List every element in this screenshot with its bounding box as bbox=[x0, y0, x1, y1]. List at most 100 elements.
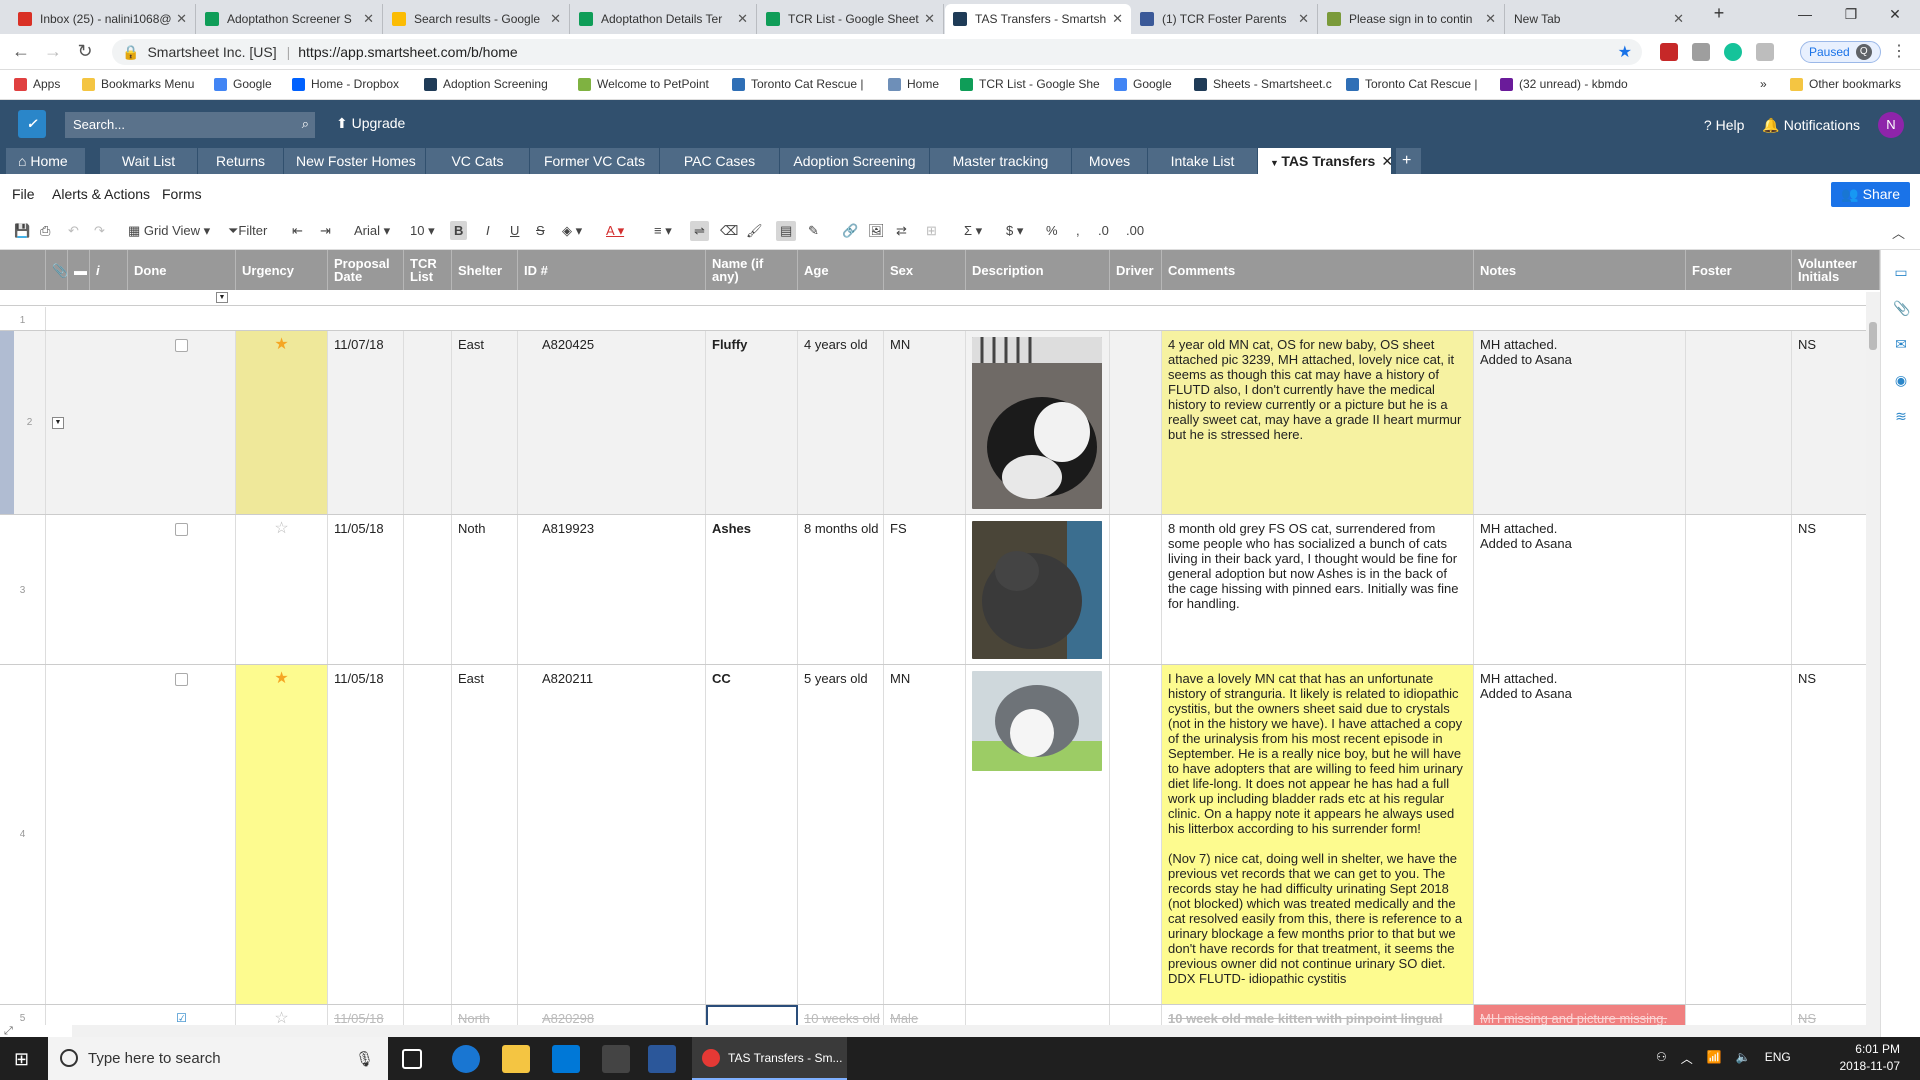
bookmarks-overflow-icon[interactable]: » bbox=[1760, 77, 1767, 91]
close-icon[interactable]: ✕ bbox=[550, 11, 561, 27]
currency-icon[interactable]: $ ▾ bbox=[1006, 223, 1023, 239]
id-cell[interactable]: A820298 bbox=[518, 1005, 706, 1025]
age-cell[interactable]: 10 weeks old bbox=[798, 1005, 884, 1025]
windows-start-icon[interactable]: ⊞ bbox=[14, 1049, 29, 1070]
minimize-button[interactable]: — bbox=[1790, 6, 1820, 22]
age-cell[interactable]: 8 months old bbox=[798, 515, 884, 664]
comments-cell[interactable]: 4 year old MN cat, OS for new baby, OS s… bbox=[1162, 331, 1474, 514]
table-row[interactable]: 3 ☆ 11/05/18 Noth A819923 Ashes 8 months… bbox=[0, 515, 1880, 665]
name-cell[interactable]: CC bbox=[706, 665, 798, 1004]
indent-icon[interactable]: ⇥ bbox=[320, 223, 331, 239]
profile-paused-button[interactable]: Paused Q bbox=[1800, 41, 1881, 63]
col-shelter[interactable]: Shelter bbox=[452, 250, 518, 290]
foster-cell[interactable] bbox=[1686, 665, 1792, 1004]
horizontal-scrollbar[interactable] bbox=[72, 1025, 1880, 1037]
text-color-icon[interactable]: A ▾ bbox=[606, 223, 624, 239]
table-row[interactable]: 4 ★ 11/05/18 East A820211 CC 5 years old… bbox=[0, 665, 1880, 1005]
tab-adoption-screening[interactable]: Adoption Screening bbox=[780, 148, 930, 174]
sex-cell[interactable]: MN bbox=[884, 331, 966, 514]
extension-icon[interactable] bbox=[1692, 43, 1710, 61]
tcr-list-cell[interactable] bbox=[404, 515, 452, 664]
foster-cell[interactable] bbox=[1686, 331, 1792, 514]
link-icon[interactable]: 🔗 bbox=[842, 223, 858, 239]
format-painter-icon[interactable]: 🖌 bbox=[746, 223, 763, 239]
grid-view-dropdown[interactable]: ▦ Grid View ▾ bbox=[128, 223, 210, 239]
comments-cell[interactable]: 10 week old male kitten with pinpoint li… bbox=[1162, 1005, 1474, 1025]
tab-tas-transfers[interactable]: ▼ TAS Transfers ✕ bbox=[1258, 148, 1393, 174]
id-cell[interactable]: A820211 bbox=[518, 665, 706, 1004]
filter-button[interactable]: ⏷Filter bbox=[228, 223, 267, 239]
shelter-cell[interactable]: Noth bbox=[452, 515, 518, 664]
percent-icon[interactable]: % bbox=[1046, 223, 1058, 238]
file-explorer-icon[interactable] bbox=[502, 1045, 530, 1073]
urgency-star-icon[interactable]: ☆ bbox=[236, 1005, 328, 1025]
menu-file[interactable]: File bbox=[12, 186, 35, 202]
forward-icon[interactable]: → bbox=[42, 41, 64, 62]
col-tcr-list[interactable]: TCR List bbox=[404, 250, 452, 290]
notes-cell[interactable]: MH attached. Added to Asana bbox=[1474, 515, 1686, 664]
window-close-button[interactable]: ✕ bbox=[1880, 6, 1910, 23]
add-tab-button[interactable]: + bbox=[1396, 148, 1422, 174]
tcr-list-cell[interactable] bbox=[404, 1005, 452, 1025]
tab-pac-cases[interactable]: PAC Cases bbox=[660, 148, 780, 174]
description-cell[interactable] bbox=[966, 515, 1110, 664]
tab-home[interactable]: ⌂ Home bbox=[6, 148, 86, 174]
col-id[interactable]: ID # bbox=[518, 250, 706, 290]
id-cell[interactable]: A819923 bbox=[518, 515, 706, 664]
close-icon[interactable]: ✕ bbox=[176, 11, 187, 27]
notes-cell[interactable]: MH attached. Added to Asana bbox=[1474, 665, 1686, 1004]
close-icon[interactable]: ✕ bbox=[1485, 11, 1496, 27]
decrease-decimal-icon[interactable]: .0 bbox=[1098, 223, 1109, 238]
table-row[interactable]: 1 bbox=[0, 307, 1880, 331]
close-icon[interactable]: ✕ bbox=[363, 11, 374, 27]
col-comments[interactable]: Comments bbox=[1162, 250, 1474, 290]
vertical-scrollbar[interactable] bbox=[1866, 292, 1880, 1025]
highlight-changes-icon[interactable]: ▤ bbox=[776, 221, 797, 241]
browser-tab[interactable]: Inbox (25) - nalini1068@ ✕ bbox=[10, 4, 196, 34]
table-row[interactable]: 2 ▼ ★ 11/07/18 East A820425 Fluffy 4 yea… bbox=[0, 331, 1880, 515]
browser-tab[interactable]: Adoptathon Screener S ✕ bbox=[197, 4, 383, 34]
tab-moves[interactable]: Moves bbox=[1072, 148, 1148, 174]
fill-color-icon[interactable]: ◈ ▾ bbox=[562, 223, 582, 239]
sex-cell[interactable]: MN bbox=[884, 665, 966, 1004]
bookmark-item[interactable]: Home bbox=[888, 77, 939, 91]
undo-icon[interactable]: ↶ bbox=[68, 223, 79, 239]
done-checkbox-checked[interactable]: ☑ bbox=[128, 1005, 236, 1025]
update-requests-icon[interactable]: ✉ bbox=[1893, 336, 1909, 352]
comments-cell[interactable]: I have a lovely MN cat that has an unfor… bbox=[1162, 665, 1474, 1004]
search-input[interactable]: Search... ⌕ bbox=[65, 112, 315, 138]
col-done[interactable]: Done bbox=[128, 250, 236, 290]
col-foster[interactable]: Foster bbox=[1686, 250, 1792, 290]
dropdown-arrow-icon[interactable]: ▼ bbox=[216, 292, 228, 303]
close-icon[interactable]: ✕ bbox=[737, 11, 748, 27]
done-checkbox[interactable] bbox=[175, 339, 188, 352]
font-size-dropdown[interactable]: 10 ▾ bbox=[410, 223, 435, 239]
bookmark-item[interactable]: Sheets - Smartsheet.c bbox=[1194, 77, 1332, 91]
col-urgency[interactable]: Urgency bbox=[236, 250, 328, 290]
bookmark-item[interactable]: Adoption Screening bbox=[424, 77, 548, 91]
extension-icon[interactable] bbox=[1756, 43, 1774, 61]
urgency-star-icon[interactable]: ☆ bbox=[236, 515, 328, 664]
driver-cell[interactable] bbox=[1110, 515, 1162, 664]
menu-forms[interactable]: Forms bbox=[162, 186, 202, 202]
scrollbar-thumb[interactable] bbox=[1869, 322, 1877, 350]
hierarchy-icon[interactable]: ⊞ bbox=[926, 223, 937, 239]
menu-alerts-actions[interactable]: Alerts & Actions bbox=[52, 186, 150, 202]
chevron-down-icon[interactable]: ▼ bbox=[1270, 158, 1281, 168]
extension-icon[interactable] bbox=[1660, 43, 1678, 61]
proposal-date-cell[interactable]: 11/05/18 bbox=[328, 515, 404, 664]
col-driver[interactable]: Driver bbox=[1110, 250, 1162, 290]
driver-cell[interactable] bbox=[1110, 331, 1162, 514]
driver-cell[interactable] bbox=[1110, 665, 1162, 1004]
publish-icon[interactable]: ◉ bbox=[1893, 372, 1909, 388]
close-icon[interactable]: ✕ bbox=[1673, 11, 1684, 27]
people-icon[interactable]: ⚇ bbox=[1656, 1050, 1667, 1067]
increase-decimal-icon[interactable]: .00 bbox=[1126, 223, 1144, 238]
bookmark-item[interactable]: (32 unread) - kbmdo bbox=[1500, 77, 1628, 91]
tab-new-foster-homes[interactable]: New Foster Homes bbox=[284, 148, 426, 174]
name-cell-selected[interactable] bbox=[706, 1005, 798, 1025]
chrome-menu-icon[interactable]: ⋮ bbox=[1888, 41, 1910, 61]
user-avatar[interactable]: N bbox=[1878, 112, 1904, 138]
close-icon[interactable]: ✕ bbox=[1112, 11, 1123, 27]
print-icon[interactable]: ⎙ bbox=[40, 223, 50, 239]
